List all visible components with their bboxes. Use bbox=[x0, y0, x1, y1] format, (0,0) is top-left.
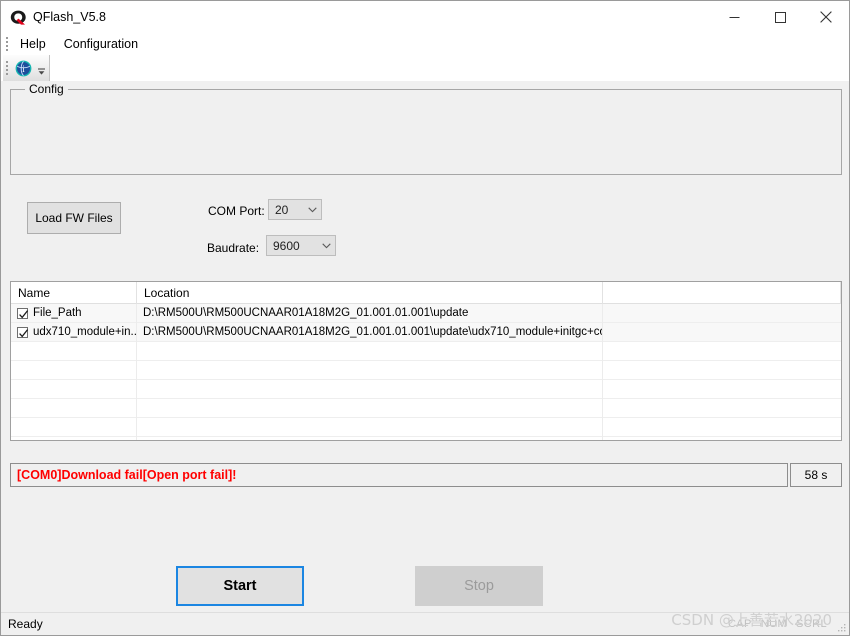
table-row-empty bbox=[11, 417, 841, 437]
toolbar-overflow-icon[interactable] bbox=[35, 56, 47, 80]
chevron-down-icon bbox=[317, 242, 335, 249]
status-message: [COM0]Download fail[Open port fail]! bbox=[10, 463, 788, 487]
indicator-caps-lock: CAP bbox=[727, 618, 752, 630]
baudrate-label: Baudrate: bbox=[207, 241, 260, 255]
table-row[interactable]: File_Path D:\RM500U\RM500UCNAAR01A18M2G_… bbox=[11, 303, 841, 323]
indicator-scroll-lock: SCRL bbox=[796, 618, 827, 630]
toolbar-drag-handle[interactable] bbox=[3, 57, 11, 79]
elapsed-timer: 58 s bbox=[790, 463, 842, 487]
firmware-file-list[interactable]: Name Location File_Path D:\RM500U\RM500U… bbox=[10, 281, 842, 441]
maximize-button[interactable] bbox=[757, 1, 803, 33]
table-row-empty bbox=[11, 360, 841, 380]
status-bar-indicators: CAP NUM SCRL bbox=[728, 618, 835, 630]
row-filler-cell bbox=[603, 304, 841, 323]
column-header-filler bbox=[603, 282, 841, 304]
row-checkbox[interactable] bbox=[17, 307, 29, 319]
com-port-value: 20 bbox=[275, 202, 289, 217]
row-location-cell: D:\RM500U\RM500UCNAAR01A18M2G_01.001.01.… bbox=[137, 322, 603, 342]
menu-item-configuration[interactable]: Configuration bbox=[55, 35, 147, 53]
table-row-empty bbox=[11, 436, 841, 440]
com-port-label: COM Port: bbox=[208, 204, 265, 218]
table-row-empty bbox=[11, 379, 841, 399]
row-name-cell: udx710_module+in... bbox=[11, 322, 137, 342]
toolbar-strip: i bbox=[3, 55, 50, 82]
status-bar: Ready CAP NUM SCRL bbox=[1, 612, 849, 635]
window-controls bbox=[711, 1, 849, 33]
com-port-select[interactable]: 20 bbox=[268, 199, 322, 220]
close-button[interactable] bbox=[803, 1, 849, 33]
quectel-q-logo-icon bbox=[1, 1, 29, 33]
column-header-location[interactable]: Location bbox=[137, 282, 603, 304]
minimize-button[interactable] bbox=[711, 1, 757, 33]
resize-grip-icon[interactable] bbox=[835, 613, 849, 635]
file-list-body: File_Path D:\RM500U\RM500UCNAAR01A18M2G_… bbox=[11, 303, 841, 440]
load-fw-files-button[interactable]: Load FW Files bbox=[27, 202, 121, 234]
chevron-down-icon bbox=[303, 206, 321, 213]
row-checkbox[interactable] bbox=[17, 326, 29, 338]
file-list-header: Name Location bbox=[11, 282, 841, 304]
column-header-name[interactable]: Name bbox=[11, 282, 137, 304]
status-bar-text: Ready bbox=[8, 617, 43, 631]
row-filler-cell bbox=[603, 323, 841, 342]
menu-drag-handle[interactable] bbox=[3, 33, 11, 55]
globe-info-icon[interactable]: i bbox=[11, 56, 35, 80]
row-name-cell: File_Path bbox=[11, 303, 137, 323]
window-title: QFlash_V5.8 bbox=[33, 10, 106, 24]
table-row-empty bbox=[11, 398, 841, 418]
row-name-text: File_Path bbox=[33, 307, 82, 319]
config-group-title: Config bbox=[25, 82, 68, 96]
menu-item-help[interactable]: Help bbox=[11, 35, 55, 53]
menu-bar: Help Configuration bbox=[1, 33, 849, 55]
baudrate-select[interactable]: 9600 bbox=[266, 235, 336, 256]
progress-row: [COM0]Download fail[Open port fail]! 58 … bbox=[10, 463, 842, 487]
qflash-window: QFlash_V5.8 Help Configuration i Config … bbox=[0, 0, 850, 636]
client-area: Config Load FW Files COM Port: 20 Baudra… bbox=[1, 81, 849, 612]
table-row-empty bbox=[11, 341, 841, 361]
title-bar: QFlash_V5.8 bbox=[1, 1, 849, 33]
stop-button: Stop bbox=[415, 566, 543, 606]
table-row[interactable]: udx710_module+in... D:\RM500U\RM500UCNAA… bbox=[11, 322, 841, 342]
indicator-num-lock: NUM bbox=[760, 618, 788, 630]
start-button[interactable]: Start bbox=[176, 566, 304, 606]
tool-bar: i bbox=[1, 55, 849, 82]
config-group: Config bbox=[10, 82, 842, 175]
row-name-text: udx710_module+in... bbox=[33, 326, 137, 338]
baudrate-value: 9600 bbox=[273, 238, 300, 253]
row-location-cell: D:\RM500U\RM500UCNAAR01A18M2G_01.001.01.… bbox=[137, 303, 603, 323]
